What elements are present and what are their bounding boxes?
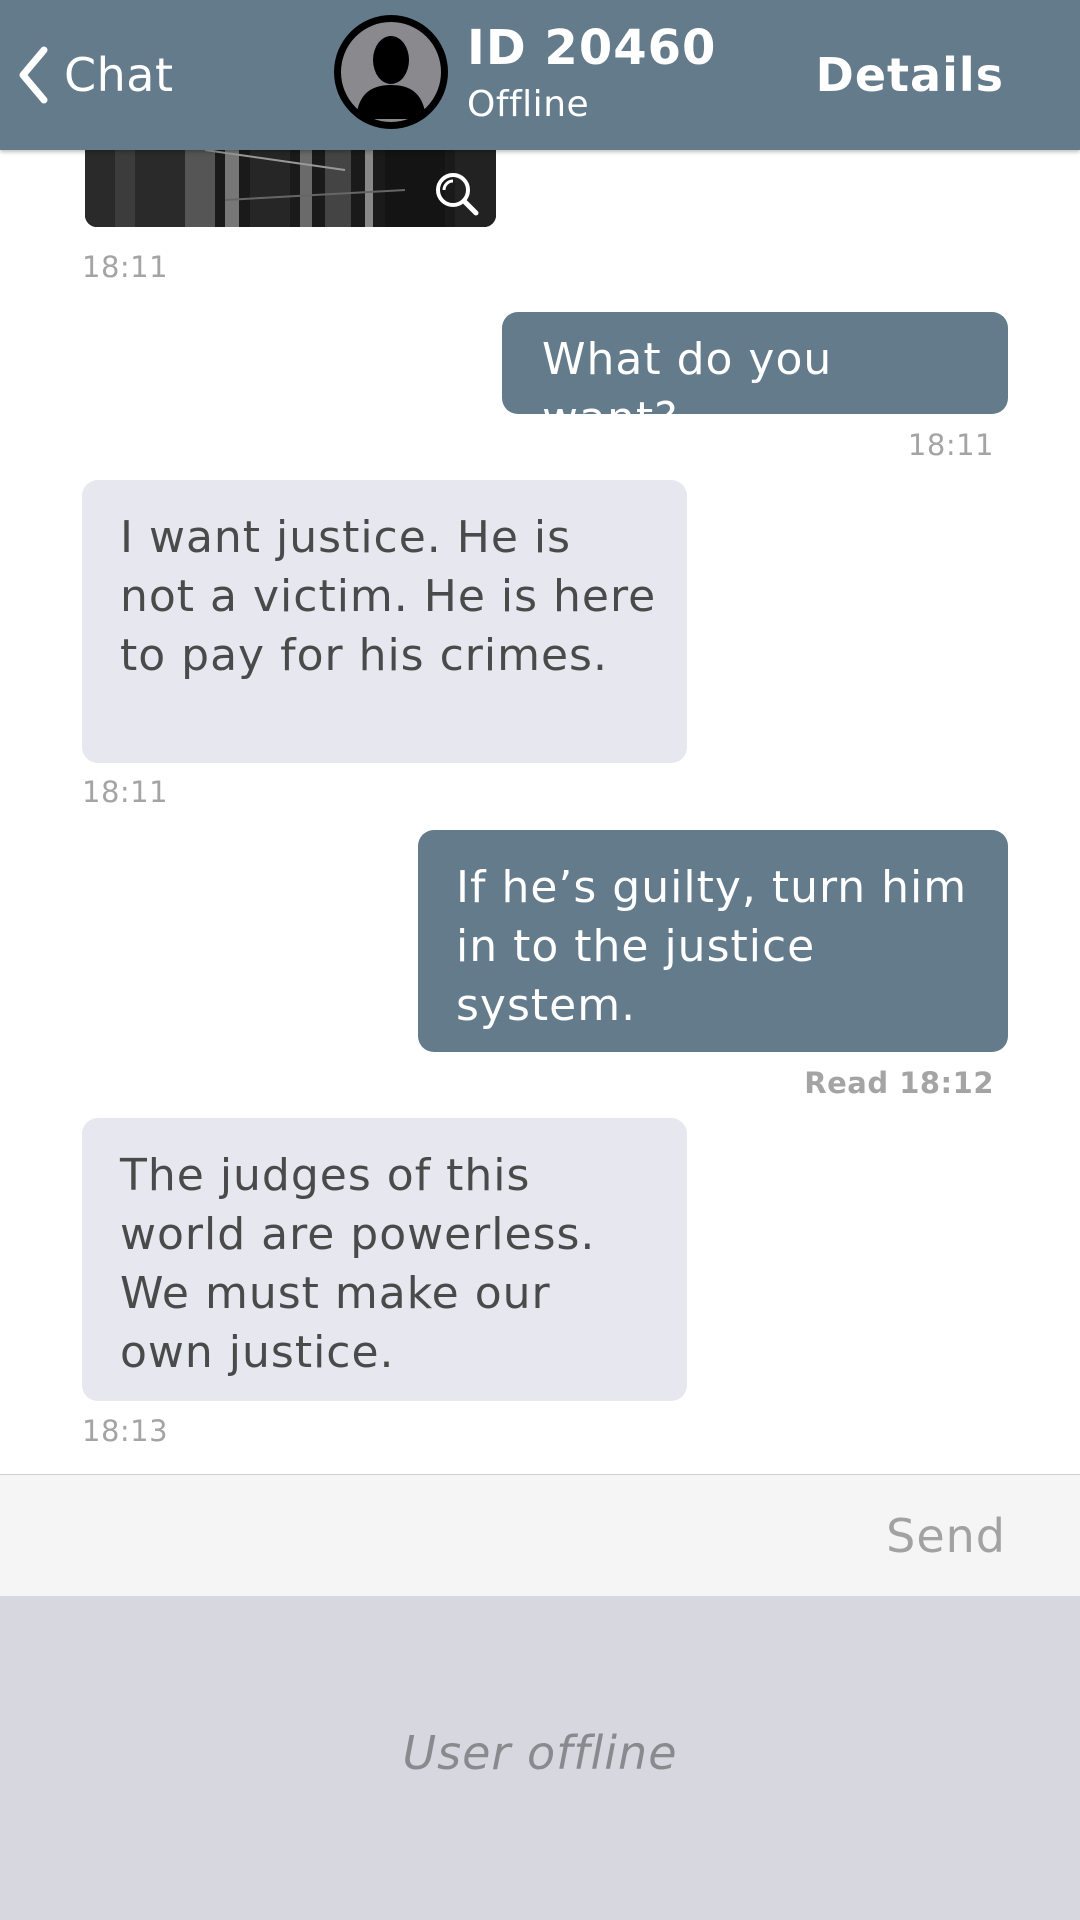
person-silhouette-icon bbox=[334, 15, 448, 129]
offline-panel: User offline bbox=[0, 1596, 1080, 1920]
chevron-left-icon bbox=[18, 46, 48, 104]
message-text: If he’s guilty, turn him in to the justi… bbox=[456, 862, 968, 1031]
message-text: The judges of this world are powerless. … bbox=[120, 1150, 596, 1378]
incoming-message[interactable]: I want justice. He is not a victim. He i… bbox=[82, 480, 687, 763]
zoom-icon[interactable] bbox=[432, 169, 482, 219]
avatar[interactable] bbox=[334, 15, 448, 129]
user-offline-label: User offline bbox=[402, 1726, 678, 1780]
back-button[interactable]: Chat bbox=[18, 40, 174, 110]
back-label: Chat bbox=[64, 48, 174, 102]
message-time: 18:13 bbox=[82, 1414, 169, 1448]
message-time: 18:11 bbox=[907, 428, 994, 462]
incoming-message[interactable]: The judges of this world are powerless. … bbox=[82, 1118, 687, 1401]
details-button[interactable]: Details bbox=[816, 48, 1004, 102]
message-text: What do you want? bbox=[542, 334, 833, 444]
send-button[interactable]: Send bbox=[886, 1509, 1006, 1563]
outgoing-message[interactable]: What do you want? bbox=[502, 312, 1008, 444]
outgoing-message[interactable]: If he’s guilty, turn him in to the justi… bbox=[418, 830, 1008, 1052]
contact-name: ID 20460 bbox=[467, 20, 717, 76]
message-time: 18:11 bbox=[82, 250, 169, 284]
read-receipt: Read 18:12 bbox=[804, 1066, 994, 1100]
message-time: 18:11 bbox=[82, 775, 169, 809]
chat-header: Chat ID 20460 Offline Details bbox=[0, 0, 1080, 150]
message-text: I want justice. He is not a victim. He i… bbox=[120, 512, 657, 681]
contact-status: Offline bbox=[467, 84, 590, 125]
message-composer[interactable]: Send bbox=[0, 1474, 1080, 1596]
